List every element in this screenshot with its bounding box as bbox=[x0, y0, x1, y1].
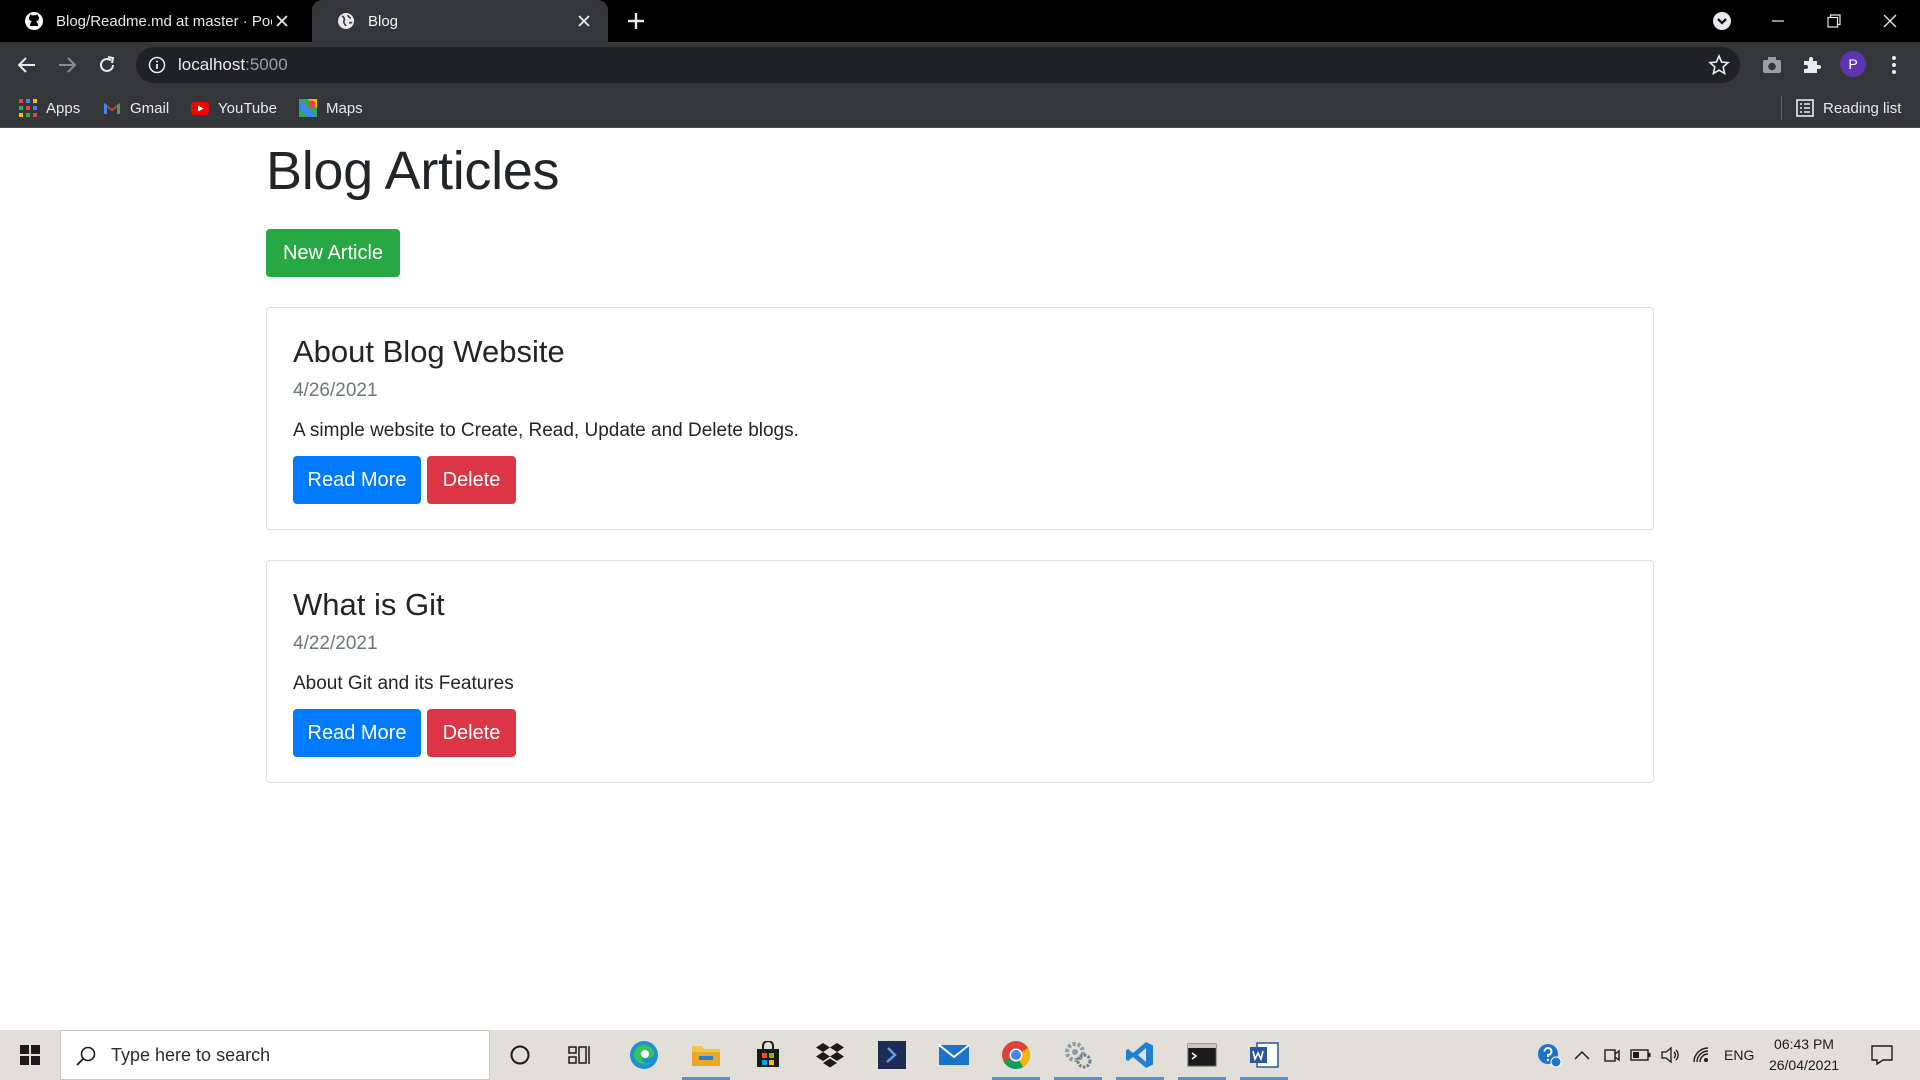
mail-icon[interactable] bbox=[924, 1030, 984, 1080]
cortana-icon[interactable] bbox=[490, 1030, 550, 1080]
meet-now-icon[interactable] bbox=[1600, 1030, 1624, 1080]
article-date: 4/22/2021 bbox=[293, 633, 378, 654]
edge-icon[interactable] bbox=[614, 1030, 674, 1080]
delete-button[interactable]: Delete bbox=[427, 709, 516, 757]
article-card: What is Git 4/22/2021 About Git and its … bbox=[266, 560, 1654, 783]
microsoft-store-icon[interactable] bbox=[738, 1030, 798, 1080]
battery-icon[interactable] bbox=[1628, 1030, 1654, 1080]
bookmark-label: Maps bbox=[326, 99, 363, 117]
delete-button[interactable]: Delete bbox=[427, 456, 516, 504]
article-title: About Blog Website bbox=[293, 334, 565, 369]
taskbar-search-input[interactable]: Type here to search bbox=[60, 1030, 490, 1080]
close-icon[interactable] bbox=[574, 11, 594, 31]
bookmark-youtube[interactable]: YouTube bbox=[190, 88, 277, 128]
word-icon[interactable] bbox=[1234, 1030, 1294, 1080]
address-url: localhost:5000 bbox=[178, 47, 288, 83]
notifications-icon[interactable] bbox=[1862, 1030, 1902, 1080]
wifi-icon[interactable] bbox=[1690, 1030, 1714, 1080]
bookmark-label: Gmail bbox=[130, 99, 170, 117]
dropbox-icon[interactable] bbox=[800, 1030, 860, 1080]
help-icon[interactable] bbox=[1534, 1030, 1564, 1080]
system-clock[interactable]: 06:43 PM 26/04/2021 bbox=[1760, 1034, 1848, 1076]
new-tab-icon[interactable] bbox=[624, 9, 648, 33]
windows-logo-icon bbox=[20, 1045, 40, 1065]
search-placeholder: Type here to search bbox=[111, 1045, 271, 1065]
clock-date: 26/04/2021 bbox=[1768, 1057, 1840, 1073]
forward-icon[interactable] bbox=[55, 53, 79, 77]
article-date: 4/26/2021 bbox=[293, 380, 378, 401]
restore-icon[interactable] bbox=[1806, 0, 1862, 42]
vscode-icon[interactable] bbox=[1110, 1030, 1170, 1080]
minimize-icon[interactable] bbox=[1750, 0, 1806, 42]
bookmark-label: YouTube bbox=[218, 99, 277, 117]
tab-blog[interactable]: Blog bbox=[312, 0, 608, 42]
reload-icon[interactable] bbox=[95, 53, 119, 77]
search-icon bbox=[76, 1046, 96, 1066]
article-description: About Git and its Features bbox=[293, 673, 514, 694]
apps-grid-icon bbox=[19, 99, 37, 117]
chrome-icon[interactable] bbox=[986, 1030, 1046, 1080]
clock-time: 06:43 PM bbox=[1774, 1036, 1834, 1052]
bookmark-label: Apps bbox=[46, 99, 81, 117]
bookmark-apps[interactable]: Apps bbox=[18, 88, 80, 128]
site-info-icon[interactable] bbox=[148, 56, 166, 74]
browser-tab-strip: Blog/Readme.md at master · Poo Blog bbox=[0, 0, 1920, 42]
article-title: What is Git bbox=[293, 587, 445, 622]
bookmark-maps[interactable]: Maps bbox=[298, 88, 363, 128]
bookmark-gmail[interactable]: Gmail bbox=[102, 88, 169, 128]
reading-list[interactable]: Reading list bbox=[1795, 88, 1901, 128]
tab-github-readme[interactable]: Blog/Readme.md at master · Poo bbox=[0, 0, 306, 42]
powershell-icon[interactable] bbox=[862, 1030, 922, 1080]
globe-icon bbox=[338, 13, 354, 29]
extensions-icon[interactable] bbox=[1800, 53, 1824, 77]
url-port: :5000 bbox=[245, 55, 288, 74]
browser-toolbar: localhost:5000 P bbox=[0, 42, 1920, 88]
camera-icon[interactable] bbox=[1760, 53, 1784, 77]
address-bar[interactable]: localhost:5000 bbox=[136, 47, 1740, 83]
reading-list-label: Reading list bbox=[1823, 99, 1902, 117]
article-card: About Blog Website 4/26/2021 A simple we… bbox=[266, 307, 1654, 530]
chevron-up-icon[interactable] bbox=[1570, 1030, 1594, 1080]
windows-start-button[interactable] bbox=[0, 1030, 60, 1080]
volume-icon[interactable] bbox=[1658, 1030, 1682, 1080]
page-title: Blog Articles bbox=[266, 141, 560, 201]
language-indicator[interactable]: ENG bbox=[1724, 1030, 1754, 1080]
bookmarks-bar: Apps Gmail YouTube Maps Reading list bbox=[0, 88, 1920, 128]
new-article-button[interactable]: New Article bbox=[266, 229, 400, 277]
read-more-button[interactable]: Read More bbox=[293, 709, 421, 757]
read-more-button[interactable]: Read More bbox=[293, 456, 421, 504]
task-view-icon[interactable] bbox=[550, 1030, 610, 1080]
tab-title: Blog/Readme.md at master · Poo bbox=[56, 12, 272, 30]
bookmark-star-icon[interactable] bbox=[1708, 54, 1730, 76]
terminal-icon[interactable] bbox=[1172, 1030, 1232, 1080]
reading-list-icon bbox=[1796, 99, 1814, 117]
close-window-icon[interactable] bbox=[1862, 0, 1918, 42]
close-icon[interactable] bbox=[272, 11, 292, 31]
settings-gear-icon[interactable] bbox=[1048, 1030, 1108, 1080]
bookmarks-divider bbox=[1781, 96, 1782, 120]
back-icon[interactable] bbox=[15, 53, 39, 77]
github-icon bbox=[25, 12, 43, 30]
tab-search-icon[interactable] bbox=[1694, 0, 1750, 42]
file-explorer-icon[interactable] bbox=[676, 1030, 736, 1080]
url-host: localhost bbox=[178, 55, 246, 74]
page-viewport: Blog Articles New Article About Blog Web… bbox=[0, 128, 1920, 1030]
menu-kebab-icon[interactable] bbox=[1882, 53, 1906, 77]
maps-icon bbox=[299, 99, 317, 117]
tab-title: Blog bbox=[368, 12, 399, 30]
article-description: A simple website to Create, Read, Update… bbox=[293, 420, 799, 441]
youtube-icon bbox=[191, 102, 209, 115]
profile-avatar[interactable]: P bbox=[1840, 51, 1866, 77]
windows-taskbar: Type here to search ENG 06:43 PM 26/04/2… bbox=[0, 1030, 1920, 1080]
gmail-icon bbox=[104, 103, 120, 114]
